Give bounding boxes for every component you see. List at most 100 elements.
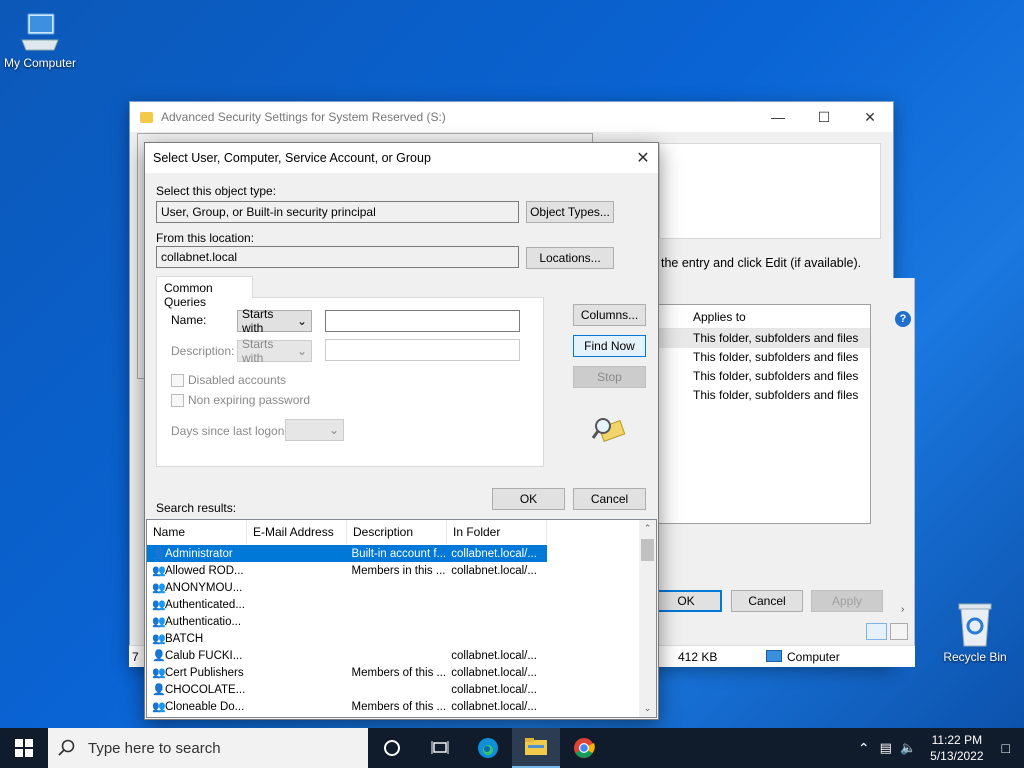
scroll-up-arrow[interactable]: ⌃ <box>639 520 656 537</box>
task-view-button[interactable] <box>368 728 416 768</box>
description-input[interactable] <box>325 339 520 361</box>
object-type-field: User, Group, or Built-in security princi… <box>156 201 519 223</box>
details-view-icon[interactable] <box>866 623 887 640</box>
adv-ok-button[interactable]: OK <box>650 590 722 612</box>
days-since-logon-select[interactable]: ⌄ <box>285 419 344 441</box>
computer-icon <box>766 650 782 662</box>
result-row[interactable]: 👥 Authenticated... <box>147 596 547 613</box>
dialog-ok-button[interactable]: OK <box>492 488 565 510</box>
result-row[interactable]: 👥 Authenticatio... <box>147 613 547 630</box>
permission-row[interactable]: This folder, subfolders and files <box>658 367 870 386</box>
status-item-count: 7 <box>132 650 139 664</box>
scroll-down-arrow[interactable]: ⌄ <box>639 700 656 717</box>
chrome-taskbar-button[interactable] <box>560 728 608 768</box>
object-types-button[interactable]: Object Types... <box>526 201 614 223</box>
dialog-close-button[interactable]: ✕ <box>628 143 658 173</box>
search-results-list[interactable]: Name E-Mail Address Description In Folde… <box>146 519 657 718</box>
show-hidden-icons-chevron-icon[interactable]: ⌃ <box>852 740 876 757</box>
status-size: 412 KB <box>678 650 718 664</box>
stop-button[interactable]: Stop <box>573 366 646 388</box>
permission-row[interactable]: This folder, subfolders and files <box>658 348 870 367</box>
result-group-icon: 👥 <box>152 565 166 577</box>
result-name: CHOCOLATE... <box>165 683 246 696</box>
column-header-name[interactable]: Name <box>147 520 247 544</box>
chrome-icon <box>574 738 595 758</box>
description-label: Description: <box>171 344 235 358</box>
maximize-button[interactable]: ☐ <box>801 102 847 132</box>
permission-entries-list[interactable]: Applies to This folder, subfolders and f… <box>657 304 871 524</box>
result-name: Cloneable Do... <box>165 700 245 713</box>
dialog-title-bar[interactable]: Select User, Computer, Service Account, … <box>145 143 658 173</box>
help-icon[interactable]: ? <box>895 311 911 327</box>
result-row[interactable]: 👥 ANONYMOU... <box>147 579 547 596</box>
search-placeholder: Type here to search <box>88 739 221 757</box>
checkbox-box <box>171 373 184 387</box>
result-name: Calub FUCKI... <box>165 649 243 662</box>
result-row[interactable]: 👥 Allowed ROD... Members in this ... collab… <box>147 562 547 579</box>
result-group-icon: 👥 <box>152 667 166 679</box>
close-button[interactable]: ✕ <box>847 102 893 132</box>
file-explorer-taskbar-button[interactable] <box>512 728 560 768</box>
search-icon <box>58 739 75 756</box>
result-row[interactable]: 👤 Administrator Built-in account f... colla… <box>147 545 547 562</box>
network-icon[interactable]: ▤ <box>876 740 896 756</box>
scroll-right-arrow[interactable]: › <box>901 604 904 615</box>
find-now-button[interactable]: Find Now <box>573 335 646 357</box>
result-row[interactable]: 👥 Cert Publishers Members of this ... colla… <box>147 664 547 681</box>
checkbox-box <box>171 393 184 407</box>
clock[interactable]: 11:22 PM 5/13/2022 <box>920 732 993 764</box>
adv-apply-button[interactable]: Apply <box>811 590 883 612</box>
result-description: Members of this ... <box>351 666 447 679</box>
taskbar-search-box[interactable]: Type here to search <box>48 728 368 768</box>
chevron-down-icon: ⌄ <box>328 423 339 437</box>
object-type-label: Select this object type: <box>156 184 277 198</box>
applies-to-header[interactable]: Applies to <box>658 305 870 329</box>
result-row[interactable]: 👥 BATCH <box>147 630 547 647</box>
result-special-group-icon: 👥 <box>152 599 166 611</box>
result-special-group-icon: 👥 <box>152 616 166 628</box>
clock-date: 5/13/2022 <box>930 749 984 763</box>
dialog-cancel-button[interactable]: Cancel <box>573 488 646 510</box>
my-computer-label: My Computer <box>3 56 77 70</box>
adv-title: Advanced Security Settings for System Re… <box>161 110 446 124</box>
column-header-folder[interactable]: In Folder <box>447 520 547 544</box>
result-description: Members of this ... <box>351 700 447 713</box>
result-folder: collabnet.local/... <box>451 564 537 577</box>
result-special-group-icon: 👥 <box>152 633 166 645</box>
non-expiring-label: Non expiring password <box>188 393 311 407</box>
edge-taskbar-button[interactable] <box>464 728 512 768</box>
columns-button[interactable]: Columns... <box>573 304 646 326</box>
disabled-accounts-checkbox[interactable]: Disabled accounts <box>171 373 286 387</box>
name-mode-select[interactable]: Starts with ⌄ <box>237 307 312 335</box>
column-header-email[interactable]: E-Mail Address <box>247 520 347 544</box>
result-folder: collabnet.local/... <box>451 683 537 696</box>
non-expiring-password-checkbox[interactable]: Non expiring password <box>171 393 310 407</box>
column-header-description[interactable]: Description <box>347 520 447 544</box>
volume-icon[interactable]: 🔈 <box>896 740 920 756</box>
results-scrollbar[interactable]: ⌃ ⌄ <box>639 520 656 717</box>
start-button[interactable] <box>0 728 48 768</box>
adv-cancel-button[interactable]: Cancel <box>731 590 803 612</box>
task-view-icon-button[interactable] <box>416 728 464 768</box>
permission-row[interactable]: This folder, subfolders and files <box>658 329 870 348</box>
result-description: Members in this ... <box>351 564 446 577</box>
result-row[interactable]: 👥 Cloneable Do... Members of this ... colla… <box>147 698 547 715</box>
result-row[interactable]: 👤 Calub FUCKI... collabnet.local/... <box>147 647 547 664</box>
permission-row[interactable]: This folder, subfolders and files <box>658 386 870 405</box>
result-name: Authenticated... <box>165 598 245 611</box>
large-icons-view-icon[interactable] <box>890 623 908 640</box>
tab-common-queries[interactable]: Common Queries <box>156 276 253 309</box>
description-mode-select[interactable]: Starts with ⌄ <box>237 337 312 365</box>
name-input[interactable] <box>325 310 520 332</box>
minimize-button[interactable]: — <box>755 102 801 132</box>
locations-button[interactable]: Locations... <box>526 247 614 269</box>
my-computer-desktop-icon[interactable]: My Computer <box>0 10 80 70</box>
scroll-thumb[interactable] <box>641 539 654 561</box>
result-folder: collabnet.local/... <box>451 547 537 560</box>
result-name: Authenticatio... <box>165 615 242 628</box>
recycle-bin-desktop-icon[interactable]: Recycle Bin <box>935 600 1015 664</box>
result-name: ANONYMOU... <box>165 581 243 594</box>
edge-icon <box>478 738 498 758</box>
notification-icon[interactable]: □ <box>994 740 1024 756</box>
result-row[interactable]: 👤 CHOCOLATE... collabnet.local/... <box>147 681 547 698</box>
